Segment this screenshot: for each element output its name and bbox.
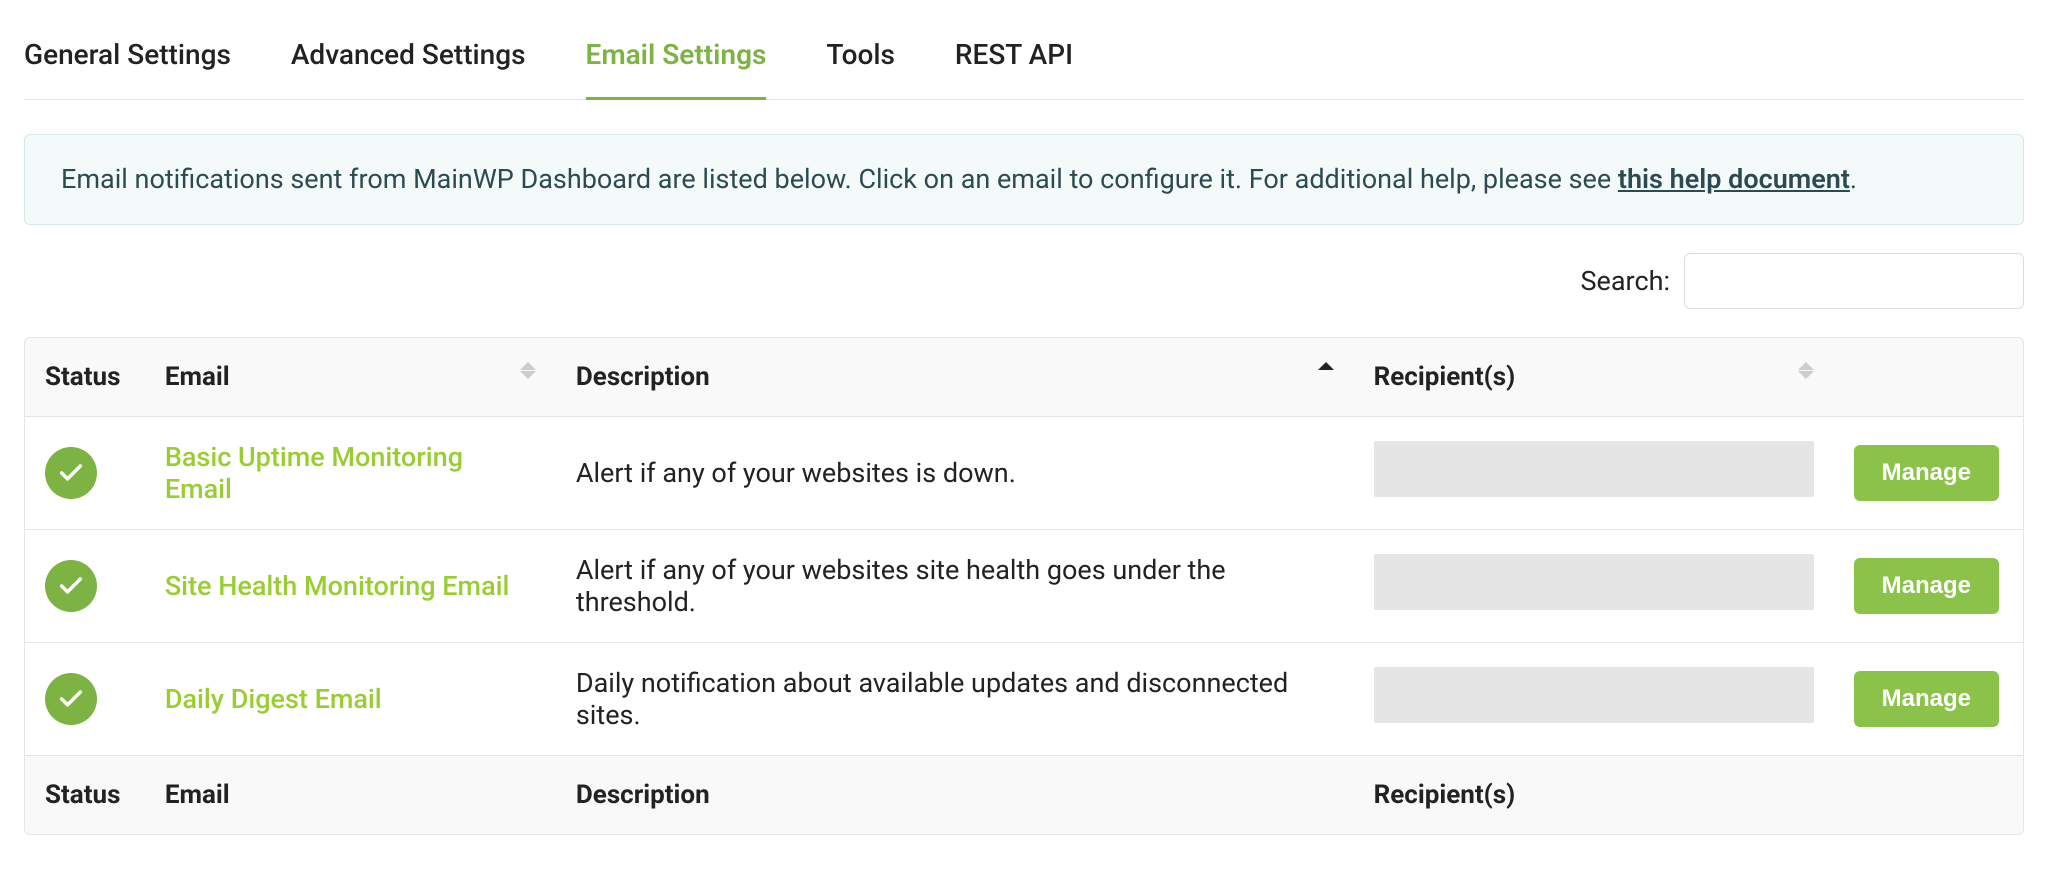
status-enabled-icon (45, 447, 97, 499)
column-footer-description: Description (556, 755, 1354, 834)
sort-asc-icon (1318, 362, 1334, 370)
table-footer-row: Status Email Description Recipient(s) (25, 755, 2023, 834)
sort-icon (520, 362, 536, 379)
column-footer-email: Email (145, 755, 556, 834)
status-enabled-icon (45, 560, 97, 612)
tab-rest-api[interactable]: REST API (955, 38, 1073, 100)
recipient-redacted (1374, 667, 1814, 723)
column-header-description[interactable]: Description (556, 338, 1354, 417)
table-row: Basic Uptime Monitoring Email Alert if a… (25, 416, 2023, 529)
column-header-recipients[interactable]: Recipient(s) (1354, 338, 1834, 417)
table-row: Daily Digest Email Daily notification ab… (25, 642, 2023, 755)
manage-button[interactable]: Manage (1854, 558, 1999, 614)
column-footer-status: Status (25, 755, 145, 834)
email-link-site-health[interactable]: Site Health Monitoring Email (165, 570, 510, 602)
search-row: Search: (24, 253, 2024, 309)
table-row: Site Health Monitoring Email Alert if an… (25, 529, 2023, 642)
recipient-redacted (1374, 441, 1814, 497)
column-footer-action (1834, 755, 2023, 834)
info-message: Email notifications sent from MainWP Das… (24, 134, 2024, 225)
search-label: Search: (1581, 265, 1670, 297)
search-input[interactable] (1684, 253, 2024, 309)
recipient-redacted (1374, 554, 1814, 610)
column-header-email[interactable]: Email (145, 338, 556, 417)
email-link-basic-uptime[interactable]: Basic Uptime Monitoring Email (165, 441, 463, 505)
email-description: Alert if any of your websites is down. (556, 416, 1354, 529)
column-footer-recipients: Recipient(s) (1354, 755, 1834, 834)
help-document-link[interactable]: this help document (1618, 163, 1850, 195)
tab-email-settings[interactable]: Email Settings (586, 38, 767, 100)
email-description: Alert if any of your websites site healt… (556, 529, 1354, 642)
tab-advanced-settings[interactable]: Advanced Settings (291, 38, 526, 100)
manage-button[interactable]: Manage (1854, 671, 1999, 727)
column-header-description-label: Description (576, 362, 710, 392)
column-header-status: Status (25, 338, 145, 417)
info-text-before: Email notifications sent from MainWP Das… (61, 163, 1618, 195)
tab-tools[interactable]: Tools (826, 38, 894, 100)
sort-icon (1798, 362, 1814, 379)
email-table: Status Email Description Recipient(s) (25, 338, 2023, 834)
email-table-wrapper: Status Email Description Recipient(s) (24, 337, 2024, 835)
column-header-email-label: Email (165, 362, 230, 392)
settings-tabs: General Settings Advanced Settings Email… (24, 0, 2024, 100)
status-enabled-icon (45, 673, 97, 725)
table-header-row: Status Email Description Recipient(s) (25, 338, 2023, 417)
tab-general-settings[interactable]: General Settings (24, 38, 231, 100)
manage-button[interactable]: Manage (1854, 445, 1999, 501)
email-description: Daily notification about available updat… (556, 642, 1354, 755)
column-header-action (1834, 338, 2023, 417)
column-header-recipients-label: Recipient(s) (1374, 362, 1516, 392)
email-link-daily-digest[interactable]: Daily Digest Email (165, 683, 382, 715)
info-text-after: . (1850, 163, 1857, 195)
